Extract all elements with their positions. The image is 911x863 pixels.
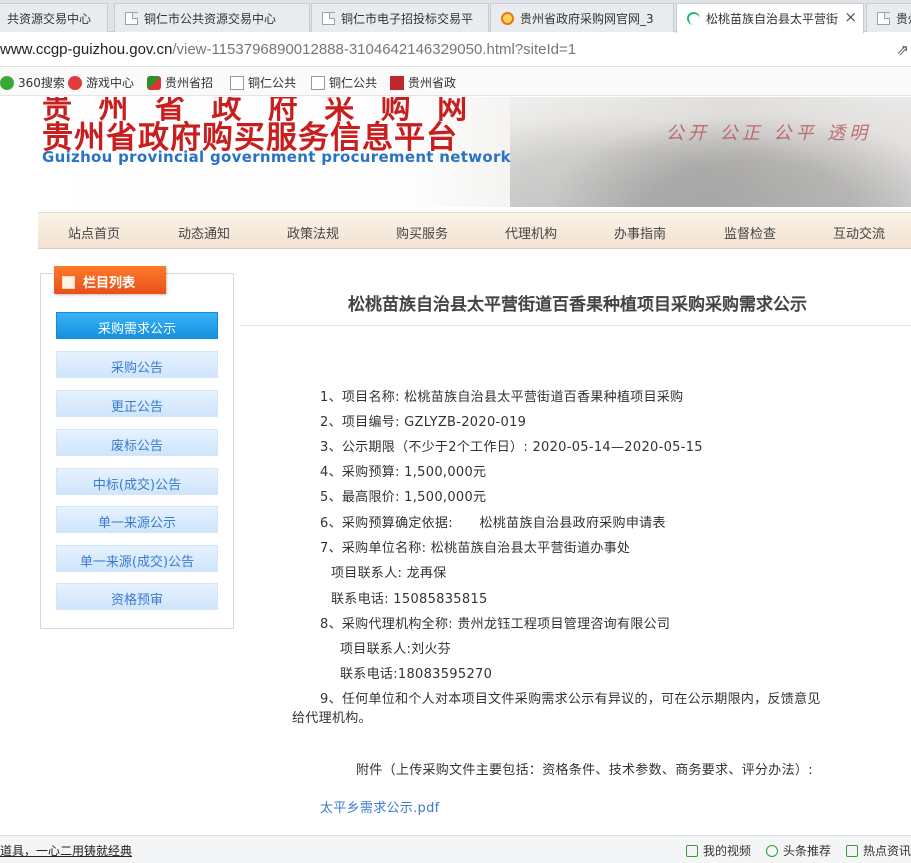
360-icon [0, 76, 14, 90]
nav-item-agencies[interactable]: 代理机构 [505, 223, 557, 242]
article-line: 9、任何单位和个人对本项目文件采购需求公示有异议的，可在公示期限内，反馈意见 [320, 692, 821, 707]
sidebar-item-abolished[interactable]: 废标公告 [56, 429, 218, 456]
sidebar-item-award[interactable]: 中标(成交)公告 [56, 468, 218, 495]
status-headlines[interactable]: 头条推荐 [766, 842, 831, 859]
attachment-link[interactable]: 太平乡需求公示.pdf [320, 797, 440, 816]
tab-label: 贵州 [896, 12, 911, 26]
status-my-videos[interactable]: 我的视频 [686, 842, 751, 859]
red-icon [390, 76, 404, 90]
close-tab-icon[interactable]: × [844, 8, 857, 26]
article-line: 8、采购代理机构全称: 贵州龙钰工程项目管理咨询有限公司 [320, 617, 671, 632]
nav-item-services[interactable]: 购买服务 [396, 223, 448, 242]
article-line: 7、采购单位名称: 松桃苗族自治县太平营街道办事处 [320, 541, 631, 556]
status-hot-news[interactable]: 热点资讯 [846, 842, 911, 859]
nav-item-supervision[interactable]: 监督检查 [724, 223, 776, 242]
sidebar-header: 栏目列表 [54, 266, 166, 294]
status-label: 我的视频 [703, 844, 752, 858]
attachment-note: 附件（上传采购文件主要包括：资格条件、技术参数、商务要求、评分办法）: [356, 763, 813, 778]
browser-tab-bar: 共资源交易中心 铜仁市公共资源交易中心 铜仁市电子招投标交易平 贵州省政府采购网… [0, 0, 911, 33]
article-line: 项目联系人: 龙再保 [331, 566, 447, 581]
article-line: 6、采购预算确定依据: 松桃苗族自治县政府采购申请表 [320, 516, 666, 531]
page-icon [125, 12, 138, 25]
bookmark-label: 铜仁公共 [329, 76, 378, 90]
tab-label: 铜仁市电子招投标交易平 [341, 12, 474, 26]
ccgp-logo-icon [501, 12, 514, 25]
url-host: www.ccgp-guizhou.gov.cn [0, 41, 173, 58]
page-icon [230, 76, 244, 90]
tab-label: 共资源交易中心 [7, 12, 92, 26]
article-line: 3、公示期限（不少于2个工作日）: 2020-05-14—2020-05-15 [320, 440, 703, 455]
sidebar-item-single-source[interactable]: 单一来源公示 [56, 506, 218, 533]
status-label: 头条推荐 [783, 844, 832, 858]
title-divider [240, 325, 911, 326]
sidebar-item-prequalification[interactable]: 资格预审 [56, 583, 218, 610]
bookmark-label: 360搜索 [18, 76, 65, 90]
url-text[interactable]: www.ccgp-guizhou.gov.cn/view-11537968900… [0, 41, 576, 58]
article-line: 2、项目编号: GZLYZB-2020-019 [320, 415, 527, 430]
article-line: 5、最高限价: 1,500,000元 [320, 490, 487, 505]
bookmark-gz-gov[interactable]: 贵州省政 [390, 74, 456, 91]
site-banner: 贵 州 省 政 府 采 购 网 贵州省政府购买服务信息平台 Guizhou pr… [0, 97, 911, 207]
sidebar-title: 栏目列表 [83, 276, 136, 291]
article-line: 4、采购预算: 1,500,000元 [320, 465, 487, 480]
book-icon [62, 276, 75, 289]
tab-label: 贵州省政府采购网官网_3 [520, 12, 654, 26]
tab-label: 松桃苗族自治县太平营街 [706, 12, 839, 26]
site-title-en: Guizhou provincial government procuremen… [42, 148, 511, 166]
main-nav: 站点首页 动态通知 政策法规 购买服务 代理机构 办事指南 监督检查 互动交流 [38, 212, 911, 249]
bookmark-label: 贵州省政 [408, 76, 457, 90]
bookmark-360[interactable]: 360搜索 [0, 74, 65, 91]
browser-tab[interactable]: 贵州省政府采购网官网_3 [490, 3, 674, 32]
bookmark-tongren-2[interactable]: 铜仁公共 [311, 74, 377, 91]
sidebar-item-single-source-award[interactable]: 单一来源(成交)公告 [56, 545, 218, 572]
nav-item-home[interactable]: 站点首页 [68, 223, 120, 242]
bookmark-tongren-1[interactable]: 铜仁公共 [230, 74, 296, 91]
video-icon [686, 845, 698, 857]
game-icon [68, 76, 82, 90]
site-slogan: 公开 公正 公平 透明 [666, 123, 872, 144]
article-line: 联系电话: 15085835815 [331, 592, 488, 607]
browser-status-bar: 道具，一心二用铸就经典 我的视频 头条推荐 热点资讯 [0, 835, 911, 863]
bookmarks-bar: 360搜索 游戏中心 贵州省招 铜仁公共 铜仁公共 贵州省政 [0, 68, 911, 96]
headline-icon [766, 845, 778, 857]
article-title: 松桃苗族自治县太平营街道百香果种植项目采购采购需求公示 [348, 295, 807, 315]
sidebar-item-demand[interactable]: 采购需求公示 [56, 312, 218, 339]
article-line: 项目联系人:刘火芬 [340, 642, 452, 657]
nav-item-policies[interactable]: 政策法规 [287, 223, 339, 242]
status-ad-link[interactable]: 道具，一心二用铸就经典 [0, 842, 132, 859]
sidebar-item-announcement[interactable]: 采购公告 [56, 351, 218, 378]
address-bar[interactable]: www.ccgp-guizhou.gov.cn/view-11537968900… [0, 33, 911, 67]
browser-tab[interactable]: 铜仁市电子招投标交易平 [311, 3, 489, 32]
page-icon [877, 12, 890, 25]
bookmark-label: 铜仁公共 [248, 76, 297, 90]
article-line: 联系电话:18083595270 [340, 667, 493, 682]
news-icon [846, 845, 858, 857]
tab-label: 铜仁市公共资源交易中心 [144, 12, 277, 26]
loading-icon [687, 12, 700, 25]
bookmark-game[interactable]: 游戏中心 [68, 74, 134, 91]
browser-tab[interactable]: 共资源交易中心 [0, 3, 108, 32]
share-icon[interactable]: ⇗ [896, 41, 909, 59]
article-line: 1、项目名称: 松桃苗族自治县太平营街道百香果种植项目采购 [320, 390, 684, 405]
status-label: 热点资讯 [863, 844, 911, 858]
article-line: 给代理机构。 [292, 711, 372, 726]
sidebar-item-correction[interactable]: 更正公告 [56, 390, 218, 417]
url-path: /view-1153796890012888-3104642146329050.… [172, 41, 577, 58]
browser-tab[interactable]: 铜仁市公共资源交易中心 [114, 3, 310, 32]
bookmark-label: 贵州省招 [165, 76, 214, 90]
page-icon [322, 12, 335, 25]
bookmark-gz-bid[interactable]: 贵州省招 [147, 74, 213, 91]
nav-item-interaction[interactable]: 互动交流 [833, 223, 885, 242]
nav-item-notices[interactable]: 动态通知 [178, 223, 230, 242]
banner-scenery [510, 97, 911, 207]
browser-tab[interactable]: 贵州 [866, 3, 911, 32]
bookmark-label: 游戏中心 [86, 76, 135, 90]
page-icon [311, 76, 325, 90]
browser-tab-active[interactable]: 松桃苗族自治县太平营街 × [676, 3, 864, 33]
nav-item-guide[interactable]: 办事指南 [614, 223, 666, 242]
sidebar: 栏目列表 采购需求公示 采购公告 更正公告 废标公告 中标(成交)公告 单一来源… [40, 266, 234, 629]
gov-icon [147, 76, 161, 90]
